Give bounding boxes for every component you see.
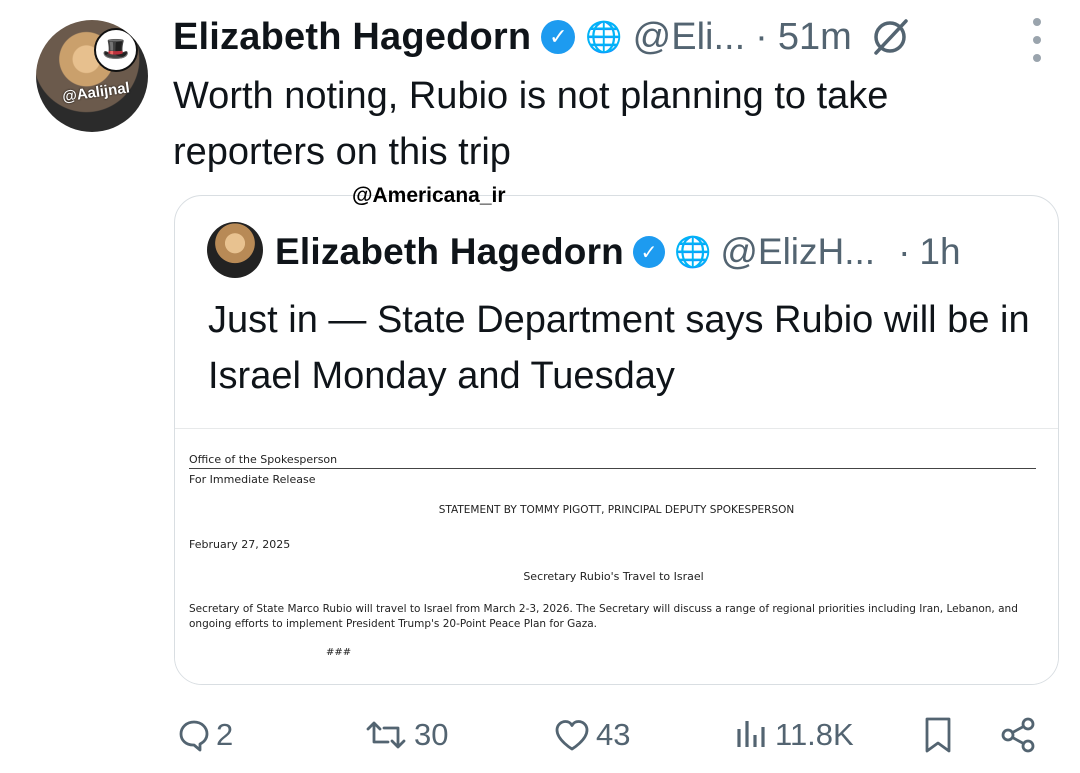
quoted-author-handle[interactable]: @ElizH... bbox=[720, 231, 875, 273]
heart-icon bbox=[555, 720, 589, 751]
doc-title: Secretary Rubio's Travel to Israel bbox=[523, 570, 704, 583]
doc-office: Office of the Spokesperson bbox=[189, 453, 338, 466]
verified-badge-icon: ✓ bbox=[541, 20, 576, 54]
author-handle[interactable]: @Eli... bbox=[633, 16, 745, 59]
author-name[interactable]: Elizabeth Hagedorn bbox=[173, 16, 531, 59]
doc-divider bbox=[189, 468, 1036, 469]
watermark-logo: 🎩 bbox=[94, 28, 138, 72]
globe-icon: 🌐 bbox=[673, 235, 712, 269]
author-avatar[interactable]: 🎩 @Aalijnal bbox=[36, 20, 148, 132]
mute-icon[interactable] bbox=[868, 15, 912, 59]
globe-icon: 🌐 bbox=[585, 20, 623, 54]
tweet-text: Worth noting, Rubio is not planning to t… bbox=[173, 75, 889, 173]
reply-count: 2 bbox=[216, 717, 234, 752]
quoted-author-name[interactable]: Elizabeth Hagedorn bbox=[275, 231, 624, 273]
views-icon bbox=[737, 721, 765, 747]
press-release-image[interactable]: Office of the Spokesperson For Immediate… bbox=[175, 428, 1058, 684]
views-button[interactable]: 11.8K bbox=[733, 700, 854, 770]
doc-body: Secretary of State Marco Rubio will trav… bbox=[189, 603, 1018, 630]
like-button[interactable]: 43 bbox=[552, 700, 630, 770]
share-button[interactable] bbox=[998, 700, 1038, 770]
share-icon bbox=[1001, 717, 1035, 753]
quoted-author-avatar[interactable] bbox=[207, 222, 263, 278]
tweet-header: Elizabeth Hagedorn ✓ 🌐 @Eli... · 51m bbox=[173, 12, 912, 62]
more-icon[interactable] bbox=[1026, 18, 1048, 62]
quoted-tweet-text: Just in — State Department says Rubio wi… bbox=[208, 299, 1030, 397]
doc-statement: STATEMENT BY TOMMY PIGOTT, PRINCIPAL DEP… bbox=[438, 504, 795, 516]
doc-release: For Immediate Release bbox=[189, 473, 316, 486]
verified-badge-icon: ✓ bbox=[632, 236, 665, 268]
bookmark-icon bbox=[925, 717, 951, 753]
separator-dot: · bbox=[898, 231, 911, 272]
doc-end-mark: ### bbox=[326, 647, 352, 658]
like-count: 43 bbox=[596, 717, 631, 752]
avatar-watermark: @Aalijnal bbox=[61, 79, 131, 106]
doc-date: February 27, 2025 bbox=[189, 538, 291, 551]
repost-count: 30 bbox=[414, 717, 449, 752]
bookmark-button[interactable] bbox=[920, 700, 956, 770]
reply-button[interactable]: 2 bbox=[176, 700, 233, 770]
quoted-tweet-time[interactable]: 1h bbox=[919, 231, 960, 273]
tweet-time[interactable]: 51m bbox=[778, 16, 852, 59]
quoted-tweet[interactable]: Elizabeth Hagedorn ✓ 🌐 @ElizH... · 1h Ju… bbox=[174, 195, 1059, 685]
repost-button[interactable]: 30 bbox=[362, 700, 448, 770]
separator-dot: · bbox=[755, 15, 768, 58]
quoted-tweet-header: Elizabeth Hagedorn ✓ 🌐 @ElizH... · 1h bbox=[275, 226, 961, 278]
action-bar: 2 30 43 11.8K bbox=[0, 700, 1080, 770]
watermark-text: @Americana_ir bbox=[352, 184, 506, 207]
repost-icon bbox=[366, 721, 406, 749]
reply-icon bbox=[179, 720, 209, 752]
view-count: 11.8K bbox=[775, 717, 854, 752]
